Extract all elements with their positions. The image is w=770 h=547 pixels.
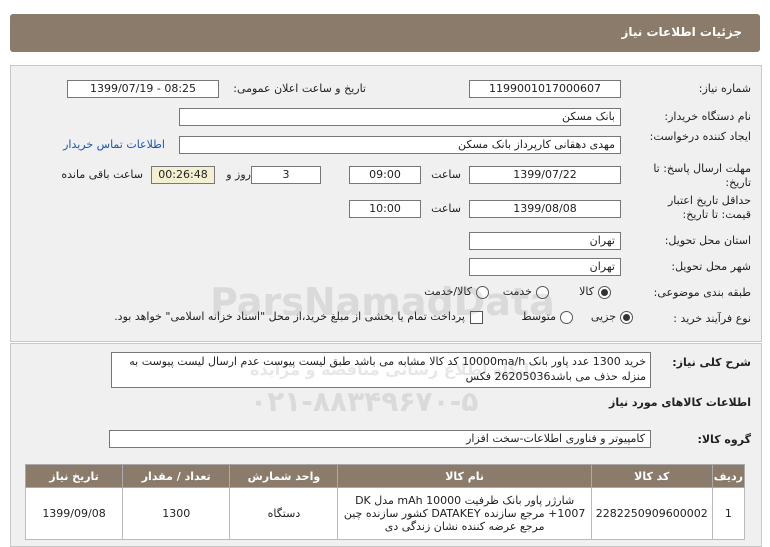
page-header: جزئیات اطلاعات نیاز: [10, 14, 760, 52]
requester-field[interactable]: مهدی دهقانی کارپرداز بانک مسکن: [179, 136, 621, 154]
cell-unit: دستگاه: [229, 487, 339, 540]
requester-label: ایجاد کننده درخواست:: [649, 130, 751, 143]
col-code: کد کالا: [590, 464, 713, 488]
col-row: ردیف: [711, 464, 746, 488]
category-label: طبقه بندی موضوعی:: [653, 286, 751, 299]
reply-date-field[interactable]: 1399/07/22: [469, 166, 621, 184]
goods-table-header: ردیف کد کالا نام کالا واحد شمارش تعداد /…: [24, 464, 746, 488]
goods-group-field[interactable]: کامپیوتر و فناوری اطلاعات-سخت افزار: [109, 430, 651, 448]
cell-name: شارژر پاور بانک ظرفیت 10000 mAh مدل DK 1…: [337, 487, 592, 540]
validity-time-field[interactable]: 10:00: [349, 200, 421, 218]
category-goods-label: کالا: [579, 285, 594, 298]
reply-time-field[interactable]: 09:00: [349, 166, 421, 184]
price-validity-label: حداقل تاریخ اعتبار قیمت: تا تاریخ:: [667, 194, 751, 221]
cell-code: 2282250909600002: [590, 487, 713, 540]
buyer-label: نام دستگاه خریدار:: [664, 110, 751, 123]
col-unit: واحد شمارش: [229, 464, 339, 488]
reply-time-label: ساعت: [431, 168, 461, 181]
validity-time-label: ساعت: [431, 202, 461, 215]
watermark-subtitle: پایگاه اطلاع رسانی مناقصه و مزایده: [250, 360, 536, 379]
need-number-field[interactable]: 1199001017000607: [469, 80, 621, 98]
watermark-logo-text: ParsNamadData: [210, 280, 555, 324]
description-label: شرح کلی نیاز:: [672, 356, 751, 369]
days-remaining-field[interactable]: 3: [251, 166, 321, 184]
process-label: نوع فرآیند خرید :: [673, 312, 751, 325]
cell-qty: 1300: [122, 487, 231, 540]
col-qty: تعداد / مقدار: [122, 464, 231, 488]
process-minor-label: جزیی: [590, 310, 616, 323]
cell-date: 1399/09/08: [24, 487, 124, 540]
col-date: تاریخ نیاز: [24, 464, 124, 488]
city-label: شهر محل تحویل:: [671, 260, 751, 273]
process-medium-radio[interactable]: [560, 311, 573, 324]
table-row[interactable]: 1 2282250909600002 شارژر پاور بانک ظرفیت…: [24, 487, 746, 540]
reply-deadline-label: مهلت ارسال پاسخ: تا تاریخ:: [653, 162, 751, 189]
buyer-contact-link[interactable]: اطلاعات تماس خریدار: [63, 138, 165, 151]
goods-group-label: گروه کالا:: [697, 433, 751, 446]
process-minor-radio[interactable]: [620, 311, 633, 324]
days-label: روز و: [226, 168, 251, 181]
need-details-page: جزئیات اطلاعات نیاز شماره نیاز: 11990010…: [0, 0, 770, 547]
goods-table: ردیف کد کالا نام کالا واحد شمارش تعداد /…: [24, 464, 746, 540]
need-number-label: شماره نیاز:: [698, 82, 751, 95]
province-field[interactable]: تهران: [469, 232, 621, 250]
page-title: جزئیات اطلاعات نیاز: [621, 25, 742, 39]
province-label: استان محل تحویل:: [664, 234, 751, 247]
goods-info-title: اطلاعات کالاهای مورد نیاز: [609, 396, 751, 409]
remaining-time-field[interactable]: 00:26:48: [151, 166, 215, 184]
validity-date-field[interactable]: 1399/08/08: [469, 200, 621, 218]
category-goods-radio[interactable]: [598, 286, 611, 299]
watermark-phone: ۰۲۱-۸۸۳۴۹۶۷۰-۵: [250, 385, 479, 418]
city-field[interactable]: تهران: [469, 258, 621, 276]
col-name: نام کالا: [337, 464, 592, 488]
announce-date-label: تاریخ و ساعت اعلان عمومی:: [233, 82, 366, 95]
cell-row: 1: [711, 487, 746, 540]
remaining-label: ساعت باقی مانده: [61, 168, 143, 181]
buyer-field[interactable]: بانک مسکن: [179, 108, 621, 126]
announce-date-field[interactable]: 1399/07/19 - 08:25: [67, 80, 219, 98]
